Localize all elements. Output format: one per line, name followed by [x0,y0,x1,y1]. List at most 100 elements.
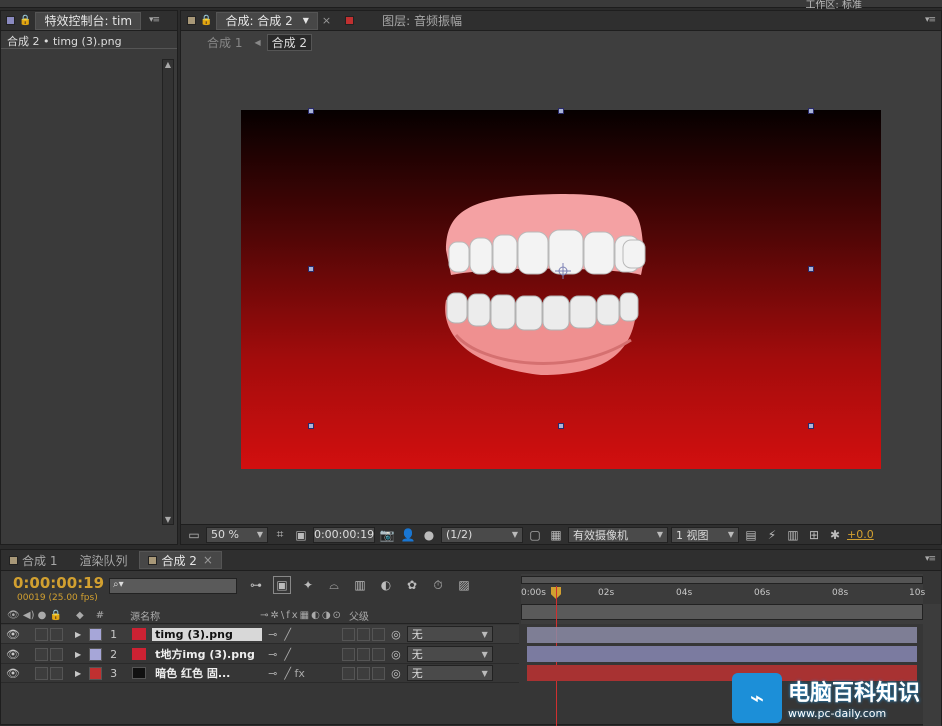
expand-arrow-icon[interactable]: ▶ [75,650,81,659]
eye-icon[interactable]: 👁 [5,667,21,680]
toggle-pixel-icon[interactable]: ▤ [742,526,760,544]
layer-row[interactable]: 👁 ▶ 3 暗色 红色 固... ⊸ ╱ fx ◎ 无 ▼ [1,664,519,683]
close-icon[interactable]: × [322,14,331,27]
parent-select[interactable]: 无 ▼ [406,665,493,681]
timeline-search-input[interactable]: ⌕▾ [109,578,237,594]
switches-icons[interactable]: ⊸ ╱ [268,648,328,661]
comp-mini-flowchart-icon[interactable]: ⊶ [247,576,265,594]
layer-row[interactable]: 👁 ▶ 1 timg (3).png ⊸ ╱ ◎ 无 ▼ [1,625,519,644]
breadcrumb-comp-2[interactable]: 合成 2 [266,33,313,51]
tab-comp-2[interactable]: 合成 2 × [139,551,222,569]
pickwhip-icon[interactable]: ◎ [391,628,401,641]
expand-arrow-icon[interactable]: ▶ [75,630,81,639]
fit-icon[interactable]: ⌗ [271,526,289,544]
lock-switch[interactable] [50,627,63,641]
parent-select[interactable]: 无 ▼ [406,626,493,642]
hide-shy-icon[interactable]: ⌓ [325,576,343,594]
always-preview-icon[interactable]: ▭ [185,526,203,544]
parent-select[interactable]: 无 ▼ [406,646,493,662]
switches-icons[interactable]: ⊸ ╱ fx [268,667,328,680]
stopwatch-icon[interactable]: ⏱ [429,576,447,594]
timeline-timecode[interactable]: 0:00:00:19 [13,574,104,592]
lock-switch[interactable] [50,647,63,661]
layer-name[interactable]: t地方img (3).png [152,646,262,662]
expand-arrow-icon[interactable]: ▶ [75,669,81,678]
comp-viewer[interactable] [241,110,881,469]
layer-name[interactable]: timg (3).png [152,627,263,641]
tab-comp-1[interactable]: 合成 1 [1,551,65,569]
exposure-value[interactable]: +0.0 [847,528,874,541]
safe-area-icon[interactable]: ▣ [292,526,310,544]
resolution-select[interactable]: (1/2) ▼ [441,526,523,543]
panel-menu-icon[interactable]: ▾≡ [149,15,160,25]
zoom-select[interactable]: 50 % ▼ [206,526,268,543]
draft-3d-icon[interactable]: ✦ [299,576,317,594]
layer-duration-bar[interactable] [527,627,917,643]
work-area-bar[interactable] [521,576,923,584]
exposure-reset-icon[interactable]: ✱ [826,526,844,544]
frame-blending-icon[interactable]: ▥ [351,576,369,594]
effects-scrollbar[interactable]: ▲ ▼ [162,59,174,525]
transform-handle[interactable] [308,266,314,272]
scroll-down-icon[interactable]: ▼ [163,515,173,524]
timeline-icon[interactable]: ▥ [784,526,802,544]
graph-editor-icon[interactable]: ▨ [455,576,473,594]
fast-preview-icon[interactable]: ⚡ [763,526,781,544]
layer-row[interactable]: 👁 ▶ 2 t地方img (3).png ⊸ ╱ ◎ 无 ▼ [1,645,519,664]
header-source-name[interactable]: 源名称 [130,608,160,623]
solo-switch[interactable] [35,647,48,661]
transform-handle[interactable] [808,423,814,429]
motion-blur-icon[interactable]: ◐ [377,576,395,594]
lock-icon[interactable]: 🔒 [19,15,31,26]
time-navigator[interactable] [521,604,923,620]
tab-layer[interactable]: 图层: 音频振幅 [374,12,470,30]
tab-render-queue[interactable]: 渲染队列 [71,551,135,569]
live-update-icon[interactable]: ▣ [273,576,291,594]
viewer-toolbar: ▭ 50 % ▼ ⌗ ▣ 0:00:00:19 📷 👤 ● (1/2) ▼ ▢ ▦ … [181,524,941,544]
eye-icon[interactable]: 👁 [5,648,21,661]
transform-handle[interactable] [808,266,814,272]
panel-menu-icon[interactable]: ▾≡ [925,554,936,564]
solo-switch[interactable] [35,627,48,641]
transform-handle[interactable] [558,423,564,429]
channel-icon[interactable]: ● [420,526,438,544]
show-snapshot-icon[interactable]: 👤 [399,526,417,544]
pickwhip-icon[interactable]: ◎ [391,667,401,680]
scroll-up-icon[interactable]: ▲ [163,60,173,69]
ruler-label: 08s [832,588,849,598]
effects-tabbar: 🔒 特效控制台: tim ▾≡ [1,11,177,31]
solo-switch[interactable] [35,666,48,680]
pickwhip-icon[interactable]: ◎ [391,648,401,661]
current-time-field[interactable]: 0:00:00:19 [313,526,375,543]
label-color[interactable] [89,647,103,661]
flowchart-icon[interactable]: ⊞ [805,526,823,544]
brainstorm-icon[interactable]: ✿ [403,576,421,594]
panel-menu-icon[interactable]: ▾≡ [925,15,936,25]
layer-name[interactable]: 暗色 红色 固... [152,665,262,681]
close-icon[interactable]: × [203,553,213,567]
label-color[interactable] [89,627,103,641]
lock-icon[interactable]: 🔒 [200,15,212,26]
region-icon[interactable]: ▢ [526,526,544,544]
camera-select[interactable]: 有效摄像机 ▼ [568,526,668,543]
tab-composition[interactable]: 合成: 合成 2 ▼ [216,11,318,30]
solid-icon [132,667,147,679]
switches-icons[interactable]: ⊸ ╱ [268,628,328,641]
layer-duration-bar[interactable] [527,646,917,662]
transform-handle[interactable] [808,108,814,114]
tab-comp-2-label: 合成 2 [161,553,197,568]
watermark: ⌁ 电脑百科知识 www.pc-daily.com [732,670,942,725]
label-color[interactable] [89,666,103,680]
snapshot-icon[interactable]: 📷 [378,526,396,544]
tab-effects-controls[interactable]: 特效控制台: tim [35,11,142,30]
time-ruler[interactable]: 0:00s 02s 04s 06s 08s 10s [521,574,925,624]
lock-switch[interactable] [50,666,63,680]
chevron-down-icon[interactable]: ▼ [303,16,309,25]
eye-icon[interactable]: 👁 [5,628,21,641]
transform-handle[interactable] [308,423,314,429]
transparency-grid-icon[interactable]: ▦ [547,526,565,544]
breadcrumb-comp-1[interactable]: 合成 1 [207,34,242,51]
transform-handle[interactable] [558,108,564,114]
transform-handle[interactable] [308,108,314,114]
views-select[interactable]: 1 视图 ▼ [671,526,739,543]
